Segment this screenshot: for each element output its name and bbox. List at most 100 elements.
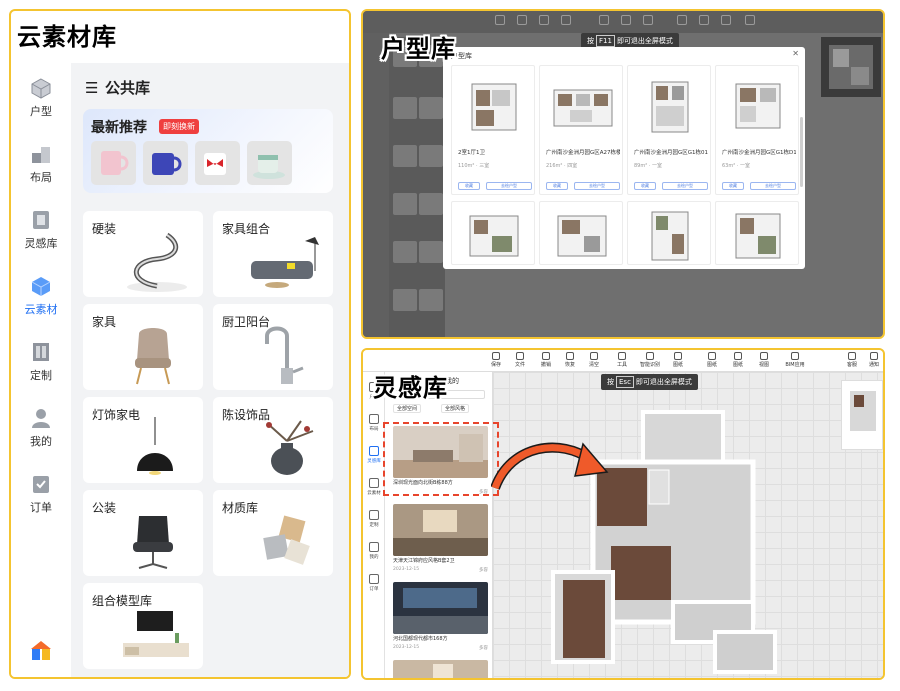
layout-rail-icon[interactable] bbox=[369, 414, 379, 424]
design-canvas[interactable] bbox=[493, 372, 883, 678]
floorplan-card[interactable]: 广州南沙金洲月园G区A27栋楼… 216m² · 四室 收藏 去绘户型 bbox=[539, 65, 623, 195]
tool-tile[interactable] bbox=[419, 145, 443, 167]
tool-tile[interactable] bbox=[419, 97, 443, 119]
toolbar-icon[interactable] bbox=[561, 15, 571, 25]
toolbar-icon[interactable] bbox=[745, 15, 755, 25]
toolbar-icon[interactable] bbox=[599, 15, 609, 25]
floorplan-meta: 110m² · 三室 bbox=[458, 163, 490, 169]
favorite-button[interactable]: 收藏 bbox=[546, 182, 568, 190]
floorplan-card[interactable]: 广州南沙金洲月园G区G1栋01户… 89m² · 一室 收藏 去绘户型 bbox=[627, 65, 711, 195]
nav-item-floorplan[interactable]: 户型 bbox=[11, 77, 71, 131]
nav-item-mine[interactable]: 我的 bbox=[11, 407, 71, 461]
view-thumbnail[interactable] bbox=[841, 380, 883, 450]
style-filter-dropdown[interactable]: 全部风格 bbox=[441, 404, 470, 413]
tool-tile[interactable] bbox=[419, 289, 443, 311]
inspiration-rail-icon[interactable] bbox=[369, 446, 379, 456]
toolbar-save[interactable]: 保存 bbox=[485, 352, 507, 368]
category-lighting-appliance[interactable]: 灯饰家电 bbox=[83, 397, 203, 483]
favorite-button[interactable]: 收藏 bbox=[458, 182, 480, 190]
floorplan-card[interactable] bbox=[451, 201, 535, 265]
headset-icon bbox=[848, 352, 856, 360]
toolbar-bim[interactable]: BIM应用 bbox=[781, 352, 809, 368]
toolbar-tools[interactable]: 工具 bbox=[611, 352, 633, 368]
toolbar-file[interactable]: 文件 bbox=[509, 352, 531, 368]
toolbar-smart-recognize[interactable]: 智能识别 bbox=[639, 352, 661, 368]
floorplan-thumb bbox=[557, 215, 607, 257]
editor-side-rail: 户型 布局 灵感库 云素材 定制 我的 订单 bbox=[363, 372, 385, 678]
toolbar-clear[interactable]: 清空 bbox=[583, 352, 605, 368]
toolbar-drawing-2[interactable]: 图纸 bbox=[701, 352, 723, 368]
category-commercial[interactable]: 公装 bbox=[83, 490, 203, 576]
inspiration-item[interactable]: 天津天江锦府应风格B套2卫 2023-12-15 多容 bbox=[393, 504, 488, 576]
new-badge[interactable]: 即刻换新 bbox=[159, 119, 199, 134]
toolbar-drawing[interactable]: 图纸 bbox=[667, 352, 689, 368]
category-furniture-set[interactable]: 家具组合 bbox=[213, 211, 333, 297]
user-rail-icon[interactable] bbox=[369, 542, 379, 552]
toolbar-notify[interactable]: 通知 bbox=[863, 352, 883, 368]
favorite-button[interactable]: 收藏 bbox=[722, 182, 744, 190]
pink-mug-thumb[interactable] bbox=[91, 141, 136, 185]
tools-icon bbox=[618, 352, 626, 360]
close-icon[interactable]: ✕ bbox=[792, 49, 799, 58]
toolbar-icon[interactable] bbox=[677, 15, 687, 25]
draw-floorplan-button[interactable]: 去绘户型 bbox=[486, 182, 532, 190]
cloud-material-rail-icon[interactable] bbox=[369, 478, 379, 488]
smart-recognize-icon bbox=[646, 352, 654, 360]
tool-tile[interactable] bbox=[393, 97, 417, 119]
floorplan-modal: 户型库 ✕ 2室1厅1卫 110m² · 三室 收藏 去绘户型 广州南沙金洲月园… bbox=[443, 47, 805, 269]
toolbar-drawing-3[interactable]: 图纸 bbox=[727, 352, 749, 368]
toolbar-redo[interactable]: 恢复 bbox=[559, 352, 581, 368]
toolbar-icon[interactable] bbox=[621, 15, 631, 25]
custom-cabinet-icon bbox=[33, 343, 49, 361]
minimap[interactable] bbox=[821, 37, 881, 97]
draw-floorplan-button[interactable]: 去绘户型 bbox=[750, 182, 796, 190]
category-material[interactable]: 材质库 bbox=[213, 490, 333, 576]
tool-tile[interactable] bbox=[419, 241, 443, 263]
toolbar-support[interactable]: 客服 bbox=[841, 352, 863, 368]
draw-floorplan-button[interactable]: 去绘户型 bbox=[662, 182, 708, 190]
category-furniture[interactable]: 家具 bbox=[83, 304, 203, 390]
toolbar-icon[interactable] bbox=[699, 15, 709, 25]
blue-mug-thumb[interactable] bbox=[143, 141, 188, 185]
space-filter-dropdown[interactable]: 全部空间 bbox=[393, 404, 422, 413]
nav-item-custom[interactable]: 定制 bbox=[11, 341, 71, 395]
category-combo-model[interactable]: 组合模型库 bbox=[83, 583, 203, 669]
toolbar-icon[interactable] bbox=[721, 15, 731, 25]
custom-rail-icon[interactable] bbox=[369, 510, 379, 520]
tool-tile[interactable] bbox=[393, 289, 417, 311]
floorplan-card[interactable]: 广州南沙金洲月园G区G1栋D1… 63m² · 一室 收藏 去绘户型 bbox=[715, 65, 799, 195]
nav-item-cloud-material[interactable]: 云素材 bbox=[11, 275, 71, 329]
cloud-material-panel: 云素材库 户型 布局 灵感库 云素材 定制 我的 订单 ☰ 公共库 最新推荐 即… bbox=[9, 9, 351, 679]
category-kitchen-bath[interactable]: 厨卫阳台 bbox=[213, 304, 333, 390]
modal-scrollbar[interactable] bbox=[800, 117, 803, 187]
order-rail-icon[interactable] bbox=[369, 574, 379, 584]
panel-title: 灵感库 bbox=[373, 374, 448, 402]
nav-item-layout[interactable]: 布局 bbox=[11, 143, 71, 197]
toolbar-icon[interactable] bbox=[495, 15, 505, 25]
toolbar-icon[interactable] bbox=[539, 15, 549, 25]
draw-floorplan-button[interactable]: 去绘户型 bbox=[574, 182, 620, 190]
category-hard-decor[interactable]: 硬装 bbox=[83, 211, 203, 297]
toolbar-icon[interactable] bbox=[517, 15, 527, 25]
tool-tile[interactable] bbox=[393, 241, 417, 263]
tool-tile[interactable] bbox=[419, 193, 443, 215]
inspiration-item[interactable] bbox=[393, 660, 488, 678]
category-decor[interactable]: 陈设饰品 bbox=[213, 397, 333, 483]
red-mug-thumb[interactable] bbox=[195, 141, 240, 185]
floorplan-card[interactable]: 2室1厅1卫 110m² · 三室 收藏 去绘户型 bbox=[451, 65, 535, 195]
floorplan-card[interactable] bbox=[539, 201, 623, 265]
tool-tile[interactable] bbox=[393, 145, 417, 167]
toolbar-view[interactable]: 视图 bbox=[753, 352, 775, 368]
toolbar-undo[interactable]: 撤销 bbox=[535, 352, 557, 368]
green-cup-thumb[interactable] bbox=[247, 141, 292, 185]
floorplan-card[interactable] bbox=[627, 201, 711, 265]
nav-item-orders[interactable]: 订单 bbox=[11, 473, 71, 527]
inspiration-item[interactable]: 河北国都现代都市168方 2023-12-15 多容 bbox=[393, 582, 488, 654]
nav-item-inspiration[interactable]: 灵感库 bbox=[11, 209, 71, 263]
toolbar-icon[interactable] bbox=[643, 15, 653, 25]
armchair-icon bbox=[135, 328, 171, 385]
floorplan-card[interactable] bbox=[715, 201, 799, 265]
recommend-banner[interactable]: 最新推荐 即刻换新 bbox=[83, 109, 333, 193]
tool-tile[interactable] bbox=[393, 193, 417, 215]
favorite-button[interactable]: 收藏 bbox=[634, 182, 656, 190]
